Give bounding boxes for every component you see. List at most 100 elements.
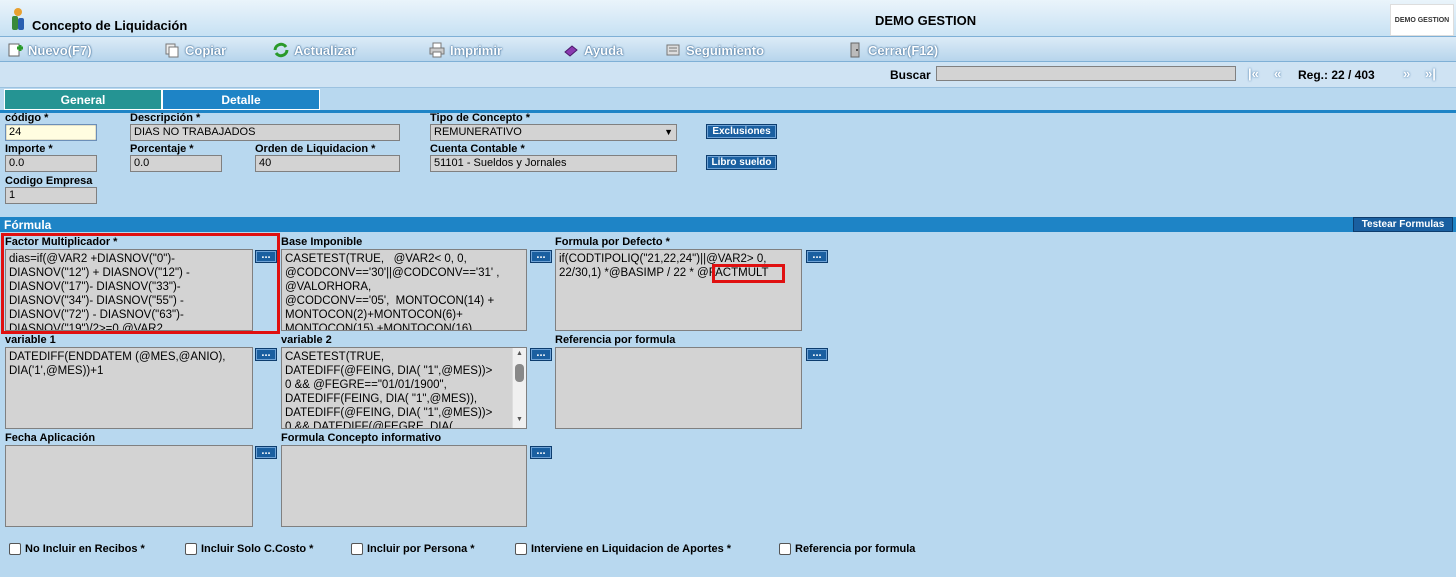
printer-icon: [428, 42, 446, 58]
tab-detalle[interactable]: Detalle: [162, 89, 320, 110]
empresa-field[interactable]: 1: [5, 187, 97, 204]
exit-door-icon: [846, 42, 864, 58]
informativo-textarea[interactable]: [281, 445, 527, 527]
importe-field[interactable]: 0.0: [5, 155, 97, 172]
close-button-label: Cerrar(F12): [868, 42, 939, 58]
aportes-checkbox[interactable]: Interviene en Liquidacion de Aportes *: [515, 543, 731, 555]
copy-button[interactable]: Copiar: [163, 41, 226, 59]
aportes-label: Interviene en Liquidacion de Aportes *: [531, 543, 732, 555]
last-record-button[interactable]: »|: [1425, 66, 1436, 81]
search-label: Buscar: [890, 68, 931, 82]
tracking-button[interactable]: Seguimiento: [664, 41, 764, 59]
base-imponible-label: Base Imponible: [281, 236, 363, 248]
informativo-expand-button[interactable]: ...: [530, 446, 552, 459]
next-record-button[interactable]: »: [1403, 66, 1410, 81]
checkbox-box[interactable]: [351, 543, 363, 555]
new-doc-icon: [6, 42, 24, 58]
orden-field[interactable]: 40: [255, 155, 400, 172]
print-button-label: Imprimir: [450, 42, 503, 58]
checkbox-box[interactable]: [185, 543, 197, 555]
porcentaje-label: Porcentaje *: [130, 143, 194, 155]
variable1-expand-button[interactable]: ...: [255, 348, 277, 361]
app-logo-icon: [12, 8, 24, 30]
formula-section-header: Fórmula: [0, 217, 1456, 232]
help-button-label: Ayuda: [584, 42, 624, 58]
variable1-textarea[interactable]: DATEDIFF(ENDDATEM (@MES,@ANIO), DIA('1',…: [5, 347, 253, 429]
defecto-expand-button[interactable]: ...: [806, 250, 828, 263]
scroll-up-icon: ▲: [516, 350, 523, 357]
toolbar: Nuevo(F7) Copiar Actualizar Imprimir Ayu…: [0, 37, 1456, 62]
copy-button-label: Copiar: [185, 42, 227, 58]
copy-icon: [163, 42, 181, 58]
window-title: Concepto de Liquidación: [32, 18, 188, 33]
informativo-label: Formula Concepto informativo: [281, 432, 442, 444]
descripcion-label: Descripción *: [130, 112, 201, 124]
fecha-expand-button[interactable]: ...: [255, 446, 277, 459]
record-counter: Reg.: 22 / 403: [1298, 68, 1375, 82]
variable1-label: variable 1: [5, 334, 56, 346]
base-imponible-textarea[interactable]: CASETEST(TRUE, @VAR2< 0, 0, @CODCONV=='3…: [281, 249, 527, 331]
prev-record-button[interactable]: «: [1274, 66, 1281, 81]
libro-sueldo-button[interactable]: Libro sueldo: [706, 155, 777, 170]
print-button[interactable]: Imprimir: [428, 41, 502, 59]
solo-costo-label: Incluir Solo C.Costo *: [201, 543, 314, 555]
close-button[interactable]: Cerrar(F12): [846, 41, 938, 59]
cuenta-field[interactable]: 51101 - Sueldos y Jornales: [430, 155, 677, 172]
empresa-label: Codigo Empresa: [5, 175, 93, 187]
help-button[interactable]: Ayuda: [562, 41, 623, 59]
referencia-label: Referencia por formula: [555, 334, 676, 346]
importe-label: Importe *: [5, 143, 53, 155]
scrollbar-thumb[interactable]: [515, 364, 524, 382]
variable2-scrollbar[interactable]: ▲ ▼: [512, 348, 526, 428]
fecha-aplicacion-textarea[interactable]: [5, 445, 253, 527]
checkbox-box[interactable]: [515, 543, 527, 555]
exclusiones-button[interactable]: Exclusiones: [706, 124, 777, 139]
por-persona-label: Incluir por Persona *: [367, 543, 475, 555]
tipo-concepto-value: REMUNERATIVO: [434, 126, 522, 138]
chevron-down-icon: ▼: [664, 127, 673, 137]
first-record-button[interactable]: |«: [1248, 66, 1259, 81]
testear-formulas-button[interactable]: Testear Formulas: [1353, 217, 1453, 232]
checkbox-box[interactable]: [779, 543, 791, 555]
variable2-textarea[interactable]: CASETEST(TRUE, DATEDIFF(@FEING, DIA( "1"…: [281, 347, 527, 429]
formula-section-title: Fórmula: [4, 218, 52, 232]
referencia-check-label: Referencia por formula: [795, 543, 916, 555]
fecha-aplicacion-label: Fecha Aplicación: [5, 432, 96, 444]
update-button-label: Actualizar: [294, 42, 357, 58]
company-logo: DEMO GESTION: [1390, 4, 1454, 36]
tab-bar: General Detalle: [0, 88, 1456, 110]
new-button[interactable]: Nuevo(F7): [6, 41, 92, 59]
porcentaje-field[interactable]: 0.0: [130, 155, 222, 172]
search-input[interactable]: [936, 66, 1236, 81]
descripcion-field[interactable]: DIAS NO TRABAJADOS: [130, 124, 400, 141]
base-expand-button[interactable]: ...: [530, 250, 552, 263]
search-bar: Buscar |« « Reg.: 22 / 403 » »|: [0, 62, 1456, 88]
tab-general[interactable]: General: [4, 89, 162, 110]
variable2-expand-button[interactable]: ...: [530, 348, 552, 361]
no-incluir-label: No Incluir en Recibos *: [25, 543, 145, 555]
formula-defecto-label: Formula por Defecto *: [555, 236, 670, 248]
tipo-concepto-select[interactable]: REMUNERATIVO ▼: [430, 124, 677, 141]
new-button-label: Nuevo(F7): [28, 42, 92, 58]
codigo-label: código *: [5, 112, 49, 124]
por-persona-checkbox[interactable]: Incluir por Persona *: [351, 543, 475, 555]
variable2-label: variable 2: [281, 334, 332, 346]
scroll-down-icon: ▼: [516, 416, 523, 423]
update-button[interactable]: Actualizar: [272, 41, 356, 59]
highlight-box: [1, 233, 280, 334]
cuenta-label: Cuenta Contable *: [430, 143, 525, 155]
referencia-formula-checkbox[interactable]: Referencia por formula: [779, 543, 915, 555]
referencia-textarea[interactable]: [555, 347, 802, 429]
referencia-expand-button[interactable]: ...: [806, 348, 828, 361]
orden-label: Orden de Liquidacion *: [255, 143, 376, 155]
checkbox-box[interactable]: [9, 543, 21, 555]
codigo-field[interactable]: 24: [5, 124, 97, 141]
title-bar: Concepto de Liquidación DEMO GESTION DEM…: [0, 0, 1456, 37]
formula-defecto-textarea[interactable]: if(CODTIPOLIQ("21,22,24")||@VAR2> 0, 22/…: [555, 249, 802, 331]
tracking-button-label: Seguimiento: [686, 42, 765, 58]
solo-costo-checkbox[interactable]: Incluir Solo C.Costo *: [185, 543, 313, 555]
help-book-icon: [562, 42, 580, 58]
tracking-icon: [664, 42, 682, 58]
tipo-concepto-label: Tipo de Concepto *: [430, 112, 531, 124]
no-incluir-recibos-checkbox[interactable]: No Incluir en Recibos *: [9, 543, 145, 555]
